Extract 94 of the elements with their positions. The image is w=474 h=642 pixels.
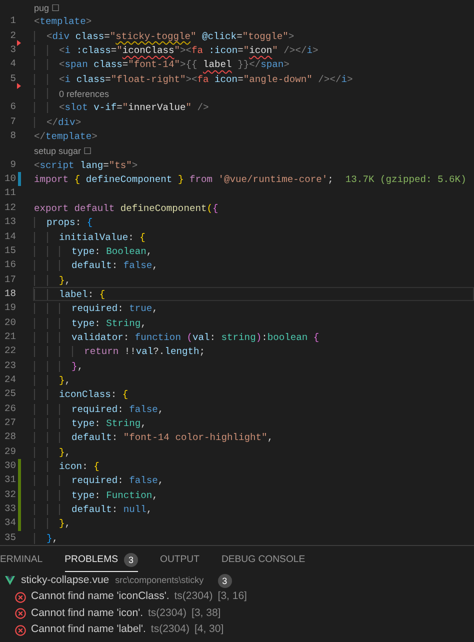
line-number: 35: [3, 530, 16, 545]
problem-message[interactable]: Cannot find name 'iconClass'.: [31, 589, 170, 606]
problem-source: ts(2304): [150, 622, 190, 638]
line-number: 7: [9, 114, 16, 129]
line-number: 32: [3, 488, 16, 502]
code-line: <script lang="ts">: [34, 158, 138, 172]
code-line: },: [46, 532, 58, 544]
line-number: 28: [3, 430, 16, 444]
line-number: 23: [3, 358, 16, 373]
line-number: 12: [3, 200, 16, 215]
code-line: default: null,: [72, 503, 152, 516]
file-path: src\components\sticky: [115, 574, 204, 587]
code-line: },: [59, 446, 71, 458]
panel-tab[interactable]: ERMINAL: [0, 549, 43, 572]
code-line: return !!val?.length;: [84, 345, 205, 358]
line-number: 8: [9, 129, 16, 144]
code-line: type: Function,: [72, 488, 158, 502]
line-number: 13: [3, 215, 16, 230]
codelens-link[interactable]: setup sugar ☐: [34, 144, 92, 157]
codelens-link[interactable]: 0 references: [59, 87, 110, 100]
line-number: 21: [3, 330, 16, 344]
code-line: type: String,: [72, 416, 146, 430]
problem-message[interactable]: Cannot find name 'label'.: [31, 622, 146, 638]
problem-message[interactable]: Cannot find name 'icon'.: [31, 606, 143, 622]
line-number: 29: [3, 444, 16, 459]
code-line: required: false,: [72, 474, 164, 487]
code-line: </div>: [46, 116, 82, 128]
panel-tab[interactable]: OUTPUT: [160, 549, 200, 572]
line-number: 19: [3, 301, 16, 316]
problem-position: [3, 16]: [218, 589, 247, 604]
panel-tab[interactable]: DEBUG CONSOLE: [221, 549, 306, 572]
line-number: 27: [3, 416, 16, 430]
line-number: 3: [9, 43, 16, 58]
code-line: import { defineComponent } from '@vue/runtime-core';: [34, 173, 334, 186]
code-line: <slot v-if="innerValue" />: [59, 101, 209, 114]
panel-tab[interactable]: PROBLEMS 3: [64, 549, 138, 572]
line-number: 2: [9, 28, 16, 43]
code-line: props: {: [46, 216, 93, 228]
code-line: },: [72, 360, 84, 372]
line-number: 10: [3, 172, 16, 186]
line-number: 1: [9, 14, 16, 28]
code-line: icon: {: [59, 460, 100, 472]
error-icon: [15, 608, 26, 620]
line-number: 26: [3, 402, 16, 416]
line-number: 20: [3, 316, 16, 330]
code-line: <div class="sticky-toggle" @click="toggle">: [46, 30, 294, 42]
line-number: 30: [3, 459, 16, 473]
code-line: <template>: [34, 15, 92, 28]
code-line: type: Boolean,: [72, 244, 152, 258]
line-number: 33: [3, 502, 16, 516]
file-name[interactable]: sticky-collapse.vue: [21, 572, 110, 588]
problem-source: ts(2304): [174, 589, 213, 604]
code-line: default: "font-14 color-highlight",: [72, 431, 274, 444]
code-line: type: String,: [72, 316, 146, 329]
line-number: 14: [3, 230, 16, 244]
problem-position: [4, 30]: [194, 622, 224, 638]
code-line: </template>: [34, 130, 98, 142]
line-number: 31: [3, 473, 16, 488]
codelens-link[interactable]: pug ☐: [34, 1, 60, 14]
code-line: initialValue: {: [59, 230, 146, 243]
line-number: 6: [9, 100, 16, 114]
code-line: },: [59, 374, 71, 386]
line-number: 5: [9, 72, 16, 86]
line-number: 16: [3, 258, 16, 272]
code-line: iconClass: {: [59, 388, 128, 401]
code-line: label: {: [59, 288, 106, 300]
problem-source: ts(2304): [148, 606, 187, 621]
code-line: },: [59, 274, 71, 286]
code-line: <span class="font-14">{{ label }}</span>: [59, 58, 290, 71]
code-line: <i class="float-right"><fa icon="angle-down" /></i>: [59, 72, 353, 86]
line-number: 15: [3, 244, 16, 258]
code-line: },: [59, 517, 71, 530]
vue-file-icon: [5, 576, 15, 585]
code-line: default: false,: [72, 259, 158, 272]
line-number: 22: [3, 344, 16, 358]
count-badge: 3: [124, 553, 138, 567]
line-number: 34: [3, 516, 16, 530]
size-hint: 13.7K (gzipped: 5.6K): [345, 173, 466, 186]
code-line: required: false,: [72, 402, 164, 415]
line-number: 11: [3, 186, 16, 200]
problem-position: [3, 38]: [192, 606, 221, 621]
code-line: validator: function (val: string):boolean {: [72, 330, 320, 344]
code-line: <i :class="iconClass"><fa :icon="icon" /></i>: [59, 44, 318, 56]
line-number: 18: [3, 286, 16, 301]
count-badge: 3: [218, 574, 232, 588]
code-line: required: true,: [72, 302, 158, 315]
error-icon: [15, 592, 26, 603]
error-icon: [15, 624, 26, 636]
line-number: 24: [3, 372, 16, 387]
line-number: 9: [9, 158, 16, 172]
line-number: 17: [3, 272, 16, 287]
line-number: 4: [9, 57, 16, 72]
code-line: export default defineComponent({: [34, 202, 218, 214]
line-number: 25: [3, 387, 16, 402]
